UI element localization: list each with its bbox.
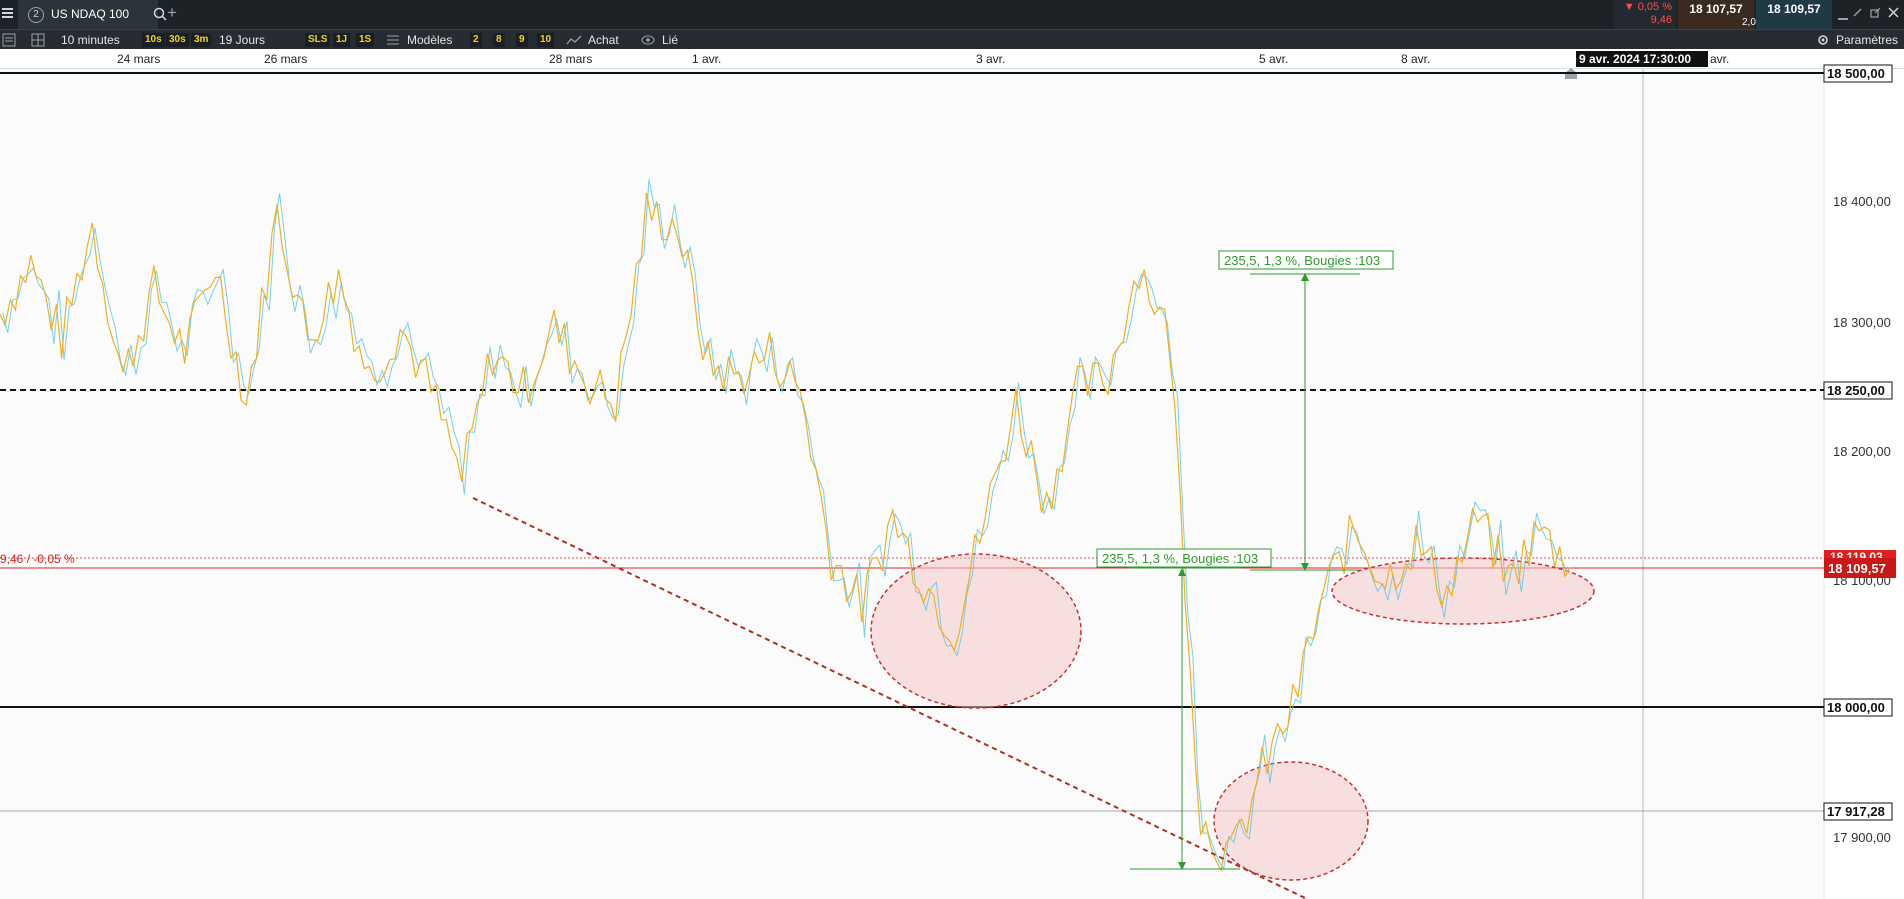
interval-select[interactable]: 10 minutes [61, 30, 120, 50]
linked-button[interactable]: Lié [662, 30, 678, 50]
model-preset-10[interactable]: 10 [537, 33, 555, 47]
date-label-8-avr: 8 avr. [1401, 52, 1430, 66]
price-tick-18400: 18 400,00 [1833, 194, 1891, 209]
window-header: 2 US NDAQ 100 + ▼ 0,05 % 9,46 18 107,57 … [0, 0, 1904, 29]
measure-upper-label: 235,5, 1,3 %, Bougies :103 [1224, 253, 1380, 268]
ask-price: 18 109,57 [1767, 2, 1821, 16]
price-tick-18300: 18 300,00 [1833, 315, 1891, 330]
change-box: ▼ 0,05 % 9,46 [1614, 0, 1676, 29]
gear-icon [1818, 35, 1828, 45]
last-price-tag: 18 119,03 18 109,57 [1824, 550, 1896, 578]
close-icon[interactable] [1888, 7, 1899, 18]
quick-period-1j[interactable]: 1J [333, 33, 351, 47]
measure-lower-label: 235,5, 1,3 %, Bougies :103 [1102, 551, 1258, 566]
buy-chart-icon [566, 35, 582, 45]
date-label-28-mars: 28 mars [549, 52, 592, 66]
menu-icon[interactable] [2, 8, 13, 20]
instrument-tab[interactable]: 2 US NDAQ 100 [18, 0, 167, 29]
buy-price-button[interactable]: 18 109,57 [1756, 0, 1832, 29]
add-tab-button[interactable]: + [167, 3, 177, 23]
date-label-3-avr: 3 avr. [976, 52, 1005, 66]
price-chart[interactable]: 24 mars 26 mars 28 mars 1 avr. 3 avr. 5 … [0, 49, 1904, 899]
level-tag-dashed[interactable]: 18 250,00 [1823, 381, 1893, 400]
level-tag-solid-text: 18 000,00 [1827, 700, 1885, 715]
price-tick-17900: 17 900,00 [1833, 830, 1891, 845]
quick-period-sls[interactable]: SLS [305, 33, 331, 47]
change-pct: ▼ 0,05 % [1623, 1, 1672, 13]
link-eye-icon [641, 35, 655, 45]
highlight-ellipse-2[interactable] [1213, 761, 1369, 881]
change-line-label: 9,46 / -0,05 % [0, 552, 75, 566]
quick-interval-3m[interactable]: 3m [191, 33, 212, 47]
layout-grid-icon[interactable] [31, 33, 45, 47]
date-label-26-mars: 26 mars [264, 52, 307, 66]
settings-button[interactable]: Paramètres [1836, 30, 1898, 50]
instrument-name: US NDAQ 100 [51, 7, 130, 21]
pin-icon[interactable] [1838, 8, 1848, 20]
buy-button[interactable]: Achat [588, 30, 619, 50]
models-button[interactable]: Modèles [407, 30, 452, 50]
popout-icon[interactable] [1870, 7, 1881, 18]
level-tag-top-text: 18 500,00 [1827, 66, 1885, 81]
last-price-text: 18 109,57 [1828, 561, 1886, 576]
level-tag-dashed-text: 18 250,00 [1827, 383, 1885, 398]
model-preset-9[interactable]: 9 [516, 33, 528, 47]
chart-toolbar: 10 minutes 10s 30s 3m 19 Jours SLS 1J 1S… [0, 29, 1904, 50]
date-label-1-avr: 1 avr. [692, 52, 721, 66]
change-pts: 9,46 [1650, 14, 1672, 26]
date-label-24-mars: 24 mars [117, 52, 160, 66]
search-icon[interactable] [153, 7, 167, 21]
collapse-icon[interactable] [1852, 7, 1863, 18]
highlight-ellipse-3[interactable] [1331, 557, 1595, 625]
list-icon[interactable] [2, 33, 16, 47]
highlight-ellipse-1[interactable] [870, 553, 1082, 709]
quick-interval-30s[interactable]: 30s [166, 33, 189, 47]
quick-period-1s[interactable]: 1S [356, 33, 375, 47]
model-preset-8[interactable]: 8 [493, 33, 505, 47]
level-tag-top[interactable]: 18 500,00 [1823, 64, 1893, 83]
bid-price: 18 107,57 [1689, 2, 1743, 16]
price-tick-18200: 18 200,00 [1833, 444, 1891, 459]
quick-interval-10s[interactable]: 10s [142, 33, 165, 47]
cursor-date-label: 9 avr. 2024 17:30:00 [1579, 52, 1691, 66]
date-label-avr: avr. [1710, 52, 1729, 66]
models-icon [387, 35, 399, 45]
period-select[interactable]: 19 Jours [219, 30, 265, 50]
level-tag-grey[interactable]: 17 917,28 [1823, 802, 1893, 821]
model-preset-2[interactable]: 2 [470, 33, 482, 47]
level-tag-grey-text: 17 917,28 [1827, 804, 1885, 819]
tab-number-badge: 2 [28, 7, 44, 23]
date-label-5-avr: 5 avr. [1259, 52, 1288, 66]
level-tag-solid[interactable]: 18 000,00 [1823, 698, 1893, 717]
